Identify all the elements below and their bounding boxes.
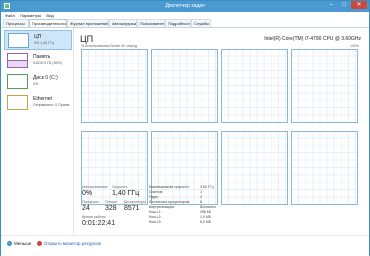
menu-file[interactable]: Файл [5,12,15,19]
page-title: ЦП [80,34,94,44]
tab-details[interactable]: Подробности [165,19,191,27]
tab-strip: Процессы Производительность Журнал прило… [1,19,369,28]
cpu-stats: Использование 0% Скорость 1,40 ГГц Проце… [80,183,365,233]
close-button[interactable]: ✕ [351,1,367,9]
processes-label: Процессы [82,200,99,204]
threads-label: Потоки [105,200,117,204]
monitor-label: Открыть монитор ресурсов [44,241,101,246]
chart-max-label: 100% [350,44,359,48]
sidebar-item-label: Память [33,54,51,60]
handles-label: Дескрипторы [124,200,146,204]
sidebar-item-sub: 0% [33,82,39,86]
title-bar[interactable]: Диспетчер задач – □ ✕ [1,1,369,12]
cpu-graph-grid [81,49,358,205]
menu-bar: Файл Параметры Вид [1,12,369,19]
tab-users[interactable]: Пользователи [137,19,165,27]
spec-key: Логических процессоров: [149,200,191,204]
spec-value: 1,0 МБ [200,215,212,219]
menu-options[interactable]: Параметры [20,12,41,19]
cpu-model: Intel(R) Core(TM) i7-4790 CPU @ 3.60GHz [264,36,361,42]
spec-key: Кэш L1: [149,210,162,214]
speed-value: 1,40 ГГц [112,190,140,197]
sidebar-item-sub: 5,8/15,9 ГБ (36%) [33,61,62,65]
util-value: 0% [82,190,93,197]
spec-value: 1 [200,190,202,194]
spec-value: 3,60 ГГц [200,185,214,189]
spec-value: 256 КБ [200,210,212,214]
performance-panel: ЦП Intel(R) Core(TM) i7-4790 CPU @ 3.60G… [77,28,367,234]
spec-key: Виртуализация: [149,205,175,209]
window-title: Диспетчер задач [165,3,205,9]
spec-key: Ядра: [149,195,159,199]
resource-monitor-icon [37,241,42,246]
chart-caption: % использования более 60 секунд [81,44,138,48]
sidebar-item-label: Диск 0 (C:) [33,75,58,81]
sidebar-item-sub: Отправлено: 0 Прием [33,103,70,107]
tab-startup[interactable]: Автозагрузка [109,19,137,27]
disk-mini-graph [7,74,28,89]
cpu-core-graph [81,49,148,123]
cpu-core-graph [221,49,288,123]
ethernet-mini-graph [7,95,28,110]
tab-services[interactable]: Службы [191,19,211,27]
tab-processes[interactable]: Процессы [3,19,29,27]
spec-value: Включено [200,205,217,209]
sidebar-item-disk[interactable]: Диск 0 (C:) 0% [4,72,72,92]
sidebar-item-sub: 0% 1,40 ГГц [34,41,55,45]
memory-mini-graph [7,53,28,68]
chevron-up-icon: ^ [7,241,12,246]
spec-key: Кэш L3: [149,220,162,224]
processes-value: 24 [82,205,90,212]
spec-key: Кэш L2: [149,215,162,219]
less-label: Меньше [14,241,32,246]
spec-key: Максимальная скорость: [149,185,190,189]
maximize-button[interactable]: □ [338,1,350,9]
spec-value: 4 [200,195,202,199]
spec-value: 8,0 МБ [200,220,212,224]
menu-view[interactable]: Вид [46,12,53,19]
cpu-core-graph [291,49,358,123]
speed-label: Скорость [112,185,128,189]
resource-sidebar: ЦП 0% 1,40 ГГц Память 5,8/15,9 ГБ (36%) … [1,28,74,234]
sidebar-item-label: ЦП [34,34,42,40]
spec-key: Сокетов: [149,190,164,194]
less-details-button[interactable]: ^ Меньше [7,241,31,246]
sidebar-item-ethernet[interactable]: Ethernet Отправлено: 0 Прием [4,93,72,113]
minimize-button[interactable]: – [325,1,337,9]
cpu-mini-graph [8,33,29,48]
handles-value: 8571 [124,205,140,212]
sidebar-item-label: Ethernet [33,96,52,102]
threads-value: 328 [105,205,117,212]
uptime-label: Время работы [82,215,107,219]
tab-performance[interactable]: Производительность [29,19,67,27]
open-resource-monitor-link[interactable]: Открыть монитор ресурсов [37,241,101,246]
sidebar-item-cpu[interactable]: ЦП 0% 1,40 ГГц [4,30,72,50]
cpu-core-graph [151,49,218,123]
util-label: Использование [82,185,108,189]
tab-app-history[interactable]: Журнал приложений [67,19,109,27]
spec-value: 8 [200,200,202,204]
sidebar-item-memory[interactable]: Память 5,8/15,9 ГБ (36%) [4,51,72,71]
task-manager-window: Диспетчер задач – □ ✕ Файл Параметры Вид… [0,0,370,256]
uptime-value: 0:01:22:41 [82,220,116,227]
footer-bar: ^ Меньше Открыть монитор ресурсов [1,235,369,256]
